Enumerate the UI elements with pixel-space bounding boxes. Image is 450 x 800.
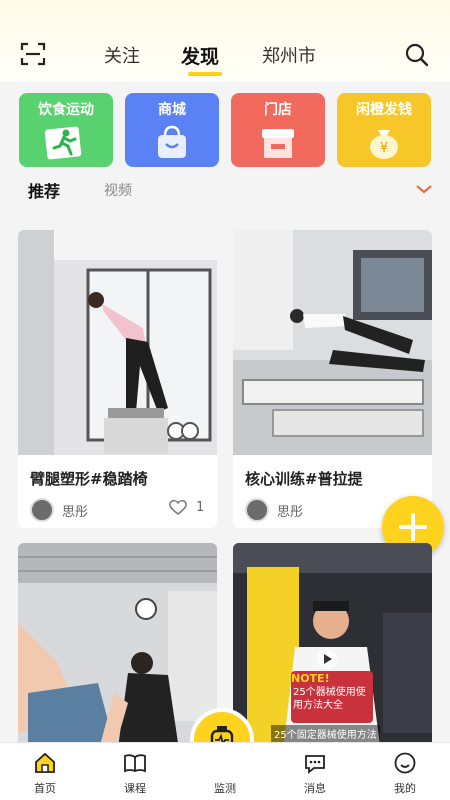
nav-label: 消息 — [304, 782, 326, 795]
post-image — [18, 543, 217, 768]
tab-discover[interactable]: 发现 — [181, 42, 219, 69]
plus-icon — [399, 513, 427, 541]
active-tab-indicator — [188, 72, 222, 76]
money-bag-icon: ¥ — [337, 121, 431, 163]
tab-city[interactable]: 郑州市 — [262, 42, 316, 68]
tab-following[interactable]: 关注 — [104, 42, 140, 68]
card-author: 思彤 — [277, 505, 304, 520]
category-label: 饮食运动 — [38, 102, 94, 118]
post-image — [233, 230, 432, 455]
chat-icon — [305, 755, 325, 774]
avatar — [30, 498, 54, 522]
nav-label: 监测 — [214, 782, 236, 795]
category-label: 闲橙发钱 — [356, 102, 412, 118]
card-title: 臂腿塑形#稳踏椅 — [30, 470, 148, 488]
storefront-icon — [231, 121, 325, 163]
feed-card[interactable]: 核心训练#普拉提 思彤 — [233, 230, 432, 528]
content-filter-bar: 推荐 视频 — [0, 172, 450, 206]
category-label: 门店 — [264, 102, 292, 118]
nav-label: 课程 — [124, 782, 146, 795]
video-caption: 25个固定器械使用方法 — [271, 725, 380, 742]
nav-monitor[interactable]: 监测 — [190, 743, 260, 800]
post-image — [18, 230, 217, 455]
category-mall[interactable]: 商城 — [125, 93, 219, 167]
book-icon — [124, 754, 146, 773]
smiley-icon — [394, 752, 416, 774]
avatar — [245, 498, 269, 522]
category-store[interactable]: 门店 — [231, 93, 325, 167]
like-count: 1 — [196, 500, 205, 515]
svg-text:¥: ¥ — [380, 141, 388, 156]
home-icon — [35, 752, 55, 773]
overlay-note-label: NOTE! — [291, 672, 330, 685]
subtab-recommended[interactable]: 推荐 — [28, 178, 60, 202]
shopping-bag-icon — [125, 121, 219, 163]
chevron-down-icon[interactable] — [414, 182, 434, 196]
subtab-video[interactable]: 视频 — [104, 180, 132, 200]
overlay-text: 25个器械使用使用方法大全 — [293, 687, 366, 711]
category-diet-exercise[interactable]: 饮食运动 — [19, 93, 113, 167]
heart-icon[interactable] — [168, 498, 188, 516]
nav-home[interactable]: 首页 — [10, 743, 80, 800]
nav-label: 我的 — [394, 782, 416, 795]
card-author: 思彤 — [62, 505, 89, 520]
feed-card[interactable]: 臂腿塑形#稳踏椅 思彤 1 — [18, 230, 217, 528]
nav-profile[interactable]: 我的 — [370, 743, 440, 800]
search-icon[interactable] — [404, 42, 430, 68]
card-title: 核心训练#普拉提 — [245, 470, 363, 488]
scan-icon[interactable] — [20, 42, 46, 66]
bottom-nav: 首页 课程 监测 消息 我的 — [0, 742, 450, 800]
nav-label: 首页 — [34, 782, 56, 795]
category-label: 商城 — [158, 102, 186, 118]
category-money[interactable]: 闲橙发钱 ¥ — [337, 93, 431, 167]
running-person-icon — [19, 121, 113, 163]
nav-messages[interactable]: 消息 — [280, 743, 350, 800]
top-header: 关注 发现 郑州市 — [0, 0, 450, 82]
nav-courses[interactable]: 课程 — [100, 743, 170, 800]
